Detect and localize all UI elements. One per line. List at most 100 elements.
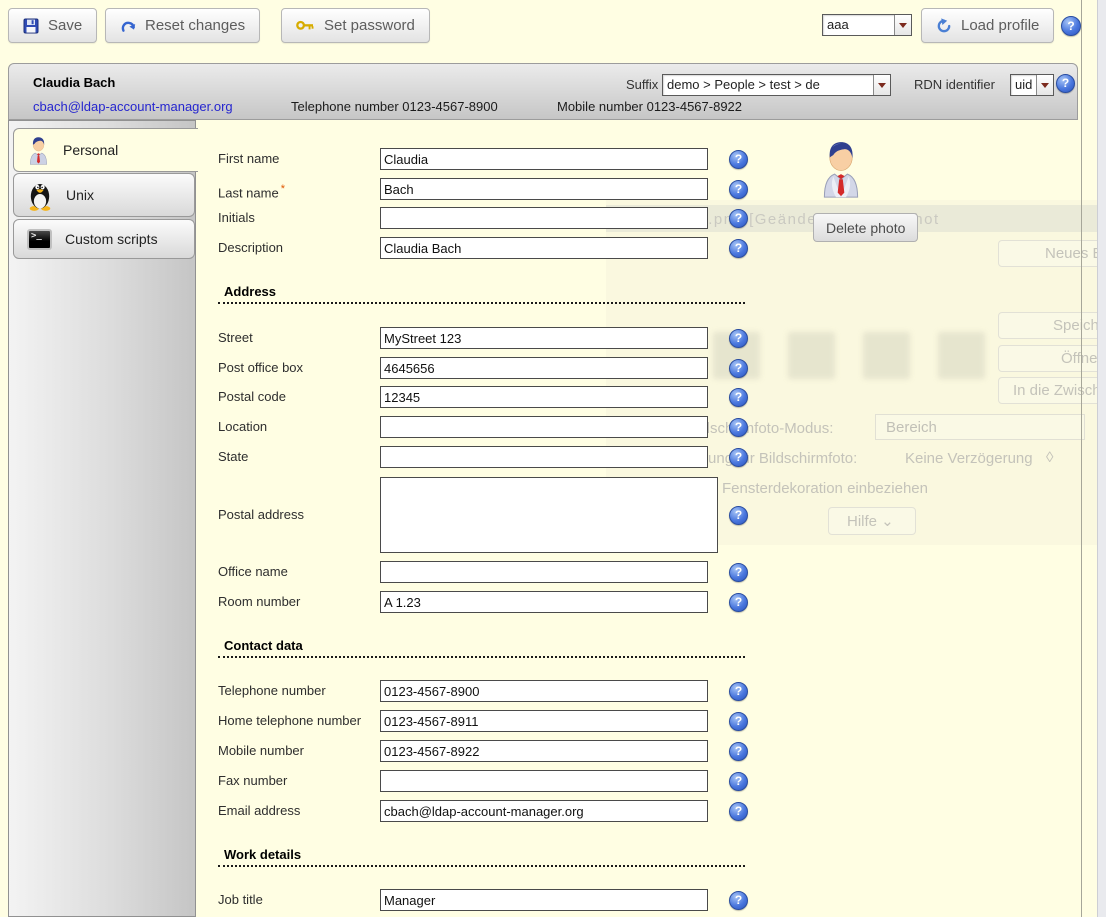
help-icon[interactable]: ? bbox=[729, 418, 748, 437]
fax-number-input[interactable] bbox=[380, 770, 708, 792]
delete-photo-button[interactable]: Delete photo bbox=[813, 213, 918, 242]
set-password-button-label: Set password bbox=[324, 17, 415, 34]
tab-personal[interactable]: Personal bbox=[13, 128, 198, 172]
chevron-down-icon bbox=[873, 75, 890, 95]
help-icon[interactable]: ? bbox=[729, 682, 748, 701]
rdn-identifier-label: RDN identifier bbox=[914, 77, 995, 92]
form-row: Location ? bbox=[0, 416, 760, 438]
ghost-button: In die Zwischen bbox=[998, 377, 1106, 404]
help-icon[interactable]: ? bbox=[729, 712, 748, 731]
state-label: State bbox=[218, 446, 248, 468]
description-input[interactable] bbox=[380, 237, 708, 259]
help-icon[interactable]: ? bbox=[729, 448, 748, 467]
person-icon bbox=[27, 136, 50, 165]
form-row: Post office box ? bbox=[0, 357, 760, 379]
floppy-disk-icon bbox=[23, 18, 39, 34]
reload-icon bbox=[936, 18, 952, 34]
account-header: Claudia Bach cbach@ldap-account-manager.… bbox=[8, 63, 1078, 120]
help-icon[interactable]: ? bbox=[729, 506, 748, 525]
help-icon[interactable]: ? bbox=[729, 802, 748, 821]
first-name-input[interactable] bbox=[380, 148, 708, 170]
help-icon[interactable]: ? bbox=[729, 239, 748, 258]
fax-number-label: Fax number bbox=[218, 770, 287, 792]
account-email-link[interactable]: cbach@ldap-account-manager.org bbox=[33, 99, 233, 114]
mobile-number-input[interactable] bbox=[380, 740, 708, 762]
postal-code-label: Postal code bbox=[218, 386, 286, 408]
form-row: Postal code ? bbox=[0, 386, 760, 408]
ghost-help-button: Hilfe ⌄ bbox=[828, 507, 916, 535]
office-name-input[interactable] bbox=[380, 561, 708, 583]
ghost-button: Neues Bil bbox=[998, 240, 1106, 267]
ghost-spinner-icon: ◊ bbox=[1046, 449, 1053, 466]
room-number-input[interactable] bbox=[380, 591, 708, 613]
post-office-box-input[interactable] bbox=[380, 357, 708, 379]
account-telephone: Telephone number 0123-4567-8900 bbox=[291, 99, 498, 114]
reset-changes-button[interactable]: Reset changes bbox=[105, 8, 260, 43]
ghost-delay-value: Keine Verzögerung bbox=[905, 450, 1033, 467]
street-input[interactable] bbox=[380, 327, 708, 349]
help-icon[interactable]: ? bbox=[1061, 16, 1081, 36]
tab-unix[interactable]: Unix bbox=[13, 173, 195, 217]
form-row: Room number ? bbox=[0, 591, 760, 613]
tab-custom-scripts[interactable]: >_ Custom scripts bbox=[13, 219, 195, 259]
help-icon[interactable]: ? bbox=[729, 593, 748, 612]
account-mobile: Mobile number 0123-4567-8922 bbox=[557, 99, 742, 114]
help-icon[interactable]: ? bbox=[729, 772, 748, 791]
load-profile-button-label: Load profile bbox=[961, 17, 1039, 34]
help-icon[interactable]: ? bbox=[729, 180, 748, 199]
help-icon[interactable]: ? bbox=[729, 563, 748, 582]
ghost-button: Speicher bbox=[998, 312, 1106, 339]
help-icon[interactable]: ? bbox=[729, 359, 748, 378]
suffix-select-value: demo > People > test > de bbox=[663, 75, 873, 95]
ghost-button: Öffne bbox=[998, 345, 1106, 372]
location-input[interactable] bbox=[380, 416, 708, 438]
scrollbar[interactable] bbox=[1097, 0, 1106, 917]
email-address-input[interactable] bbox=[380, 800, 708, 822]
suffix-select[interactable]: demo > People > test > de bbox=[662, 74, 891, 96]
help-icon[interactable]: ? bbox=[729, 388, 748, 407]
telephone-number-input[interactable] bbox=[380, 680, 708, 702]
form-row: Job title ? bbox=[0, 889, 760, 911]
suffix-label: Suffix bbox=[626, 77, 658, 92]
mobile-number-label: Mobile number bbox=[218, 740, 304, 762]
section-header-address: Address bbox=[218, 284, 745, 304]
help-icon[interactable]: ? bbox=[1056, 74, 1075, 93]
postal-address-textarea[interactable] bbox=[380, 477, 718, 553]
location-label: Location bbox=[218, 416, 267, 438]
tab-custom-scripts-label: Custom scripts bbox=[65, 231, 158, 247]
terminal-icon: >_ bbox=[27, 229, 52, 250]
initials-input[interactable] bbox=[380, 207, 708, 229]
last-name-label: Last name* bbox=[218, 178, 285, 204]
delete-photo-label: Delete photo bbox=[826, 220, 905, 236]
postal-code-input[interactable] bbox=[380, 386, 708, 408]
undo-arrow-icon bbox=[120, 18, 136, 34]
form-row: State ? bbox=[0, 446, 760, 468]
home-telephone-number-input[interactable] bbox=[380, 710, 708, 732]
save-button[interactable]: Save bbox=[8, 8, 97, 43]
chevron-down-icon bbox=[1036, 75, 1053, 95]
help-icon[interactable]: ? bbox=[729, 329, 748, 348]
help-icon[interactable]: ? bbox=[729, 209, 748, 228]
section-header-work-details: Work details bbox=[218, 847, 745, 867]
telephone-number-label: Telephone number bbox=[218, 680, 326, 702]
set-password-button[interactable]: Set password bbox=[281, 8, 430, 43]
rdn-select[interactable]: uid bbox=[1010, 74, 1054, 96]
state-input[interactable] bbox=[380, 446, 708, 468]
profile-select[interactable]: aaa bbox=[822, 14, 912, 36]
required-asterisk: * bbox=[281, 183, 285, 195]
lam-account-edit-page: Save Reset changes Set password aaa Load… bbox=[0, 0, 1106, 917]
window-edge-line bbox=[1081, 0, 1082, 917]
help-icon[interactable]: ? bbox=[729, 891, 748, 910]
first-name-label: First name bbox=[218, 148, 279, 170]
chevron-down-icon bbox=[894, 15, 911, 35]
load-profile-button[interactable]: Load profile bbox=[921, 8, 1054, 43]
help-icon[interactable]: ? bbox=[729, 742, 748, 761]
tab-personal-label: Personal bbox=[63, 142, 118, 158]
help-icon[interactable]: ? bbox=[729, 150, 748, 169]
form-row: Office name ? bbox=[0, 561, 760, 583]
profile-select-value: aaa bbox=[823, 15, 894, 35]
save-button-label: Save bbox=[48, 17, 82, 34]
user-photo bbox=[818, 138, 864, 203]
last-name-input[interactable] bbox=[380, 178, 708, 200]
job-title-input[interactable] bbox=[380, 889, 708, 911]
